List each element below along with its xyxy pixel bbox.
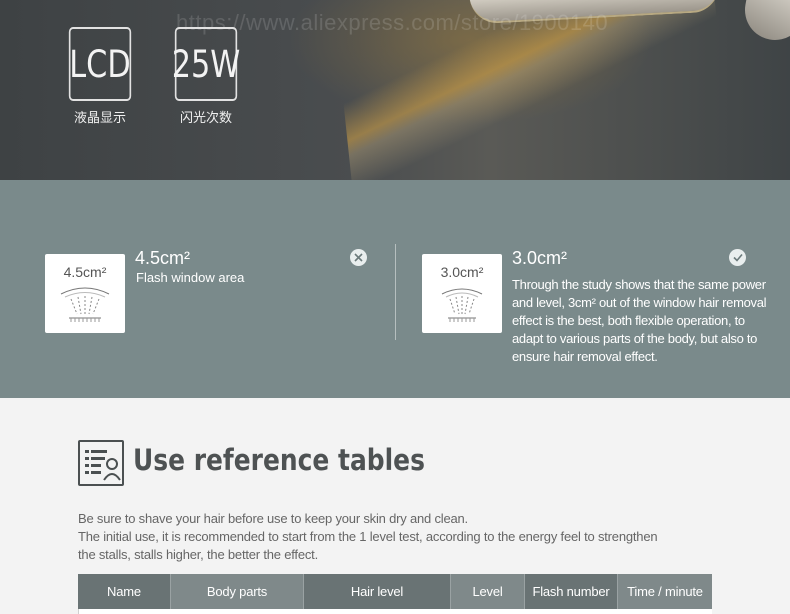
instruction-line: The initial use, it is recommended to st…: [78, 529, 658, 544]
window-card-label: 3.0cm²: [440, 264, 484, 280]
reference-title: Use reference tables: [133, 443, 425, 477]
spec-badge-power: 25W: [172, 27, 240, 101]
table-header-flash-number: Flash number: [525, 574, 618, 609]
device-image-edge: [740, 0, 790, 45]
spec-badge-lcd: LCD: [68, 27, 132, 101]
flash-rays-icon: [441, 288, 483, 322]
hero-banner: https://www.aliexpress.com/store/1900140…: [0, 0, 790, 180]
cross-icon: [350, 249, 367, 266]
instruction-line: the stalls, stalls higher, the better th…: [78, 547, 318, 562]
right-feature-description: Through the study shows that the same po…: [512, 277, 767, 364]
left-feature-subtitle: Flash window area: [136, 270, 245, 285]
window-card-45: 4.5cm²: [45, 254, 125, 333]
window-card-30: 3.0cm²: [422, 254, 502, 333]
left-feature-title: 4.5cm²: [135, 248, 191, 268]
divider: [395, 244, 396, 340]
right-feature-title: 3.0cm²: [512, 248, 568, 268]
reference-list-icon: [78, 440, 124, 486]
store-watermark: https://www.aliexpress.com/store/1900140: [176, 10, 609, 35]
table-header-time: Time / minute: [618, 574, 712, 609]
reference-table: Name Body parts Hair level Level Flash n…: [78, 574, 712, 614]
table-header-body-parts: Body parts: [171, 574, 304, 609]
table-first-row: [78, 609, 712, 614]
spec-label-lcd: 液晶显示: [73, 111, 126, 126]
reference-instructions: Be sure to shave your hair before use to…: [78, 510, 678, 564]
window-card-label: 4.5cm²: [63, 264, 107, 280]
table-header-hair-level: Hair level: [304, 574, 451, 609]
flash-rays-icon: [60, 287, 110, 322]
table-header-level: Level: [451, 574, 525, 609]
check-icon: [729, 249, 746, 266]
table-header-name: Name: [78, 574, 171, 609]
comparison-band: 4.5cm² 4.5cm² Flash window area 3.0cm² 3…: [0, 180, 790, 398]
instruction-line: Be sure to shave your hair before use to…: [78, 511, 468, 526]
spec-label-power: 闪光次数: [179, 111, 232, 126]
